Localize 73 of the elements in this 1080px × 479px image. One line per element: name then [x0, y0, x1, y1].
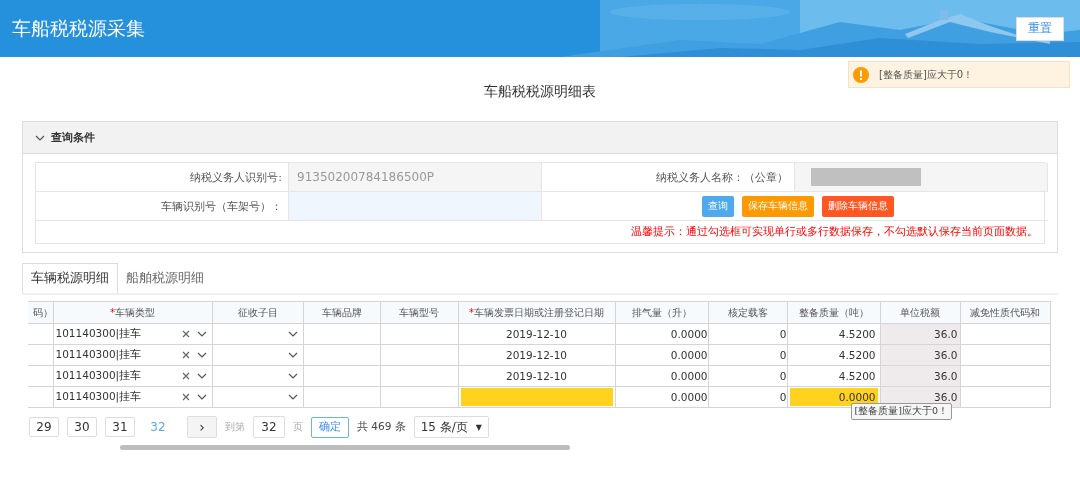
- date-cell[interactable]: 2019-12-10: [460, 367, 613, 385]
- clear-icon[interactable]: [181, 330, 190, 338]
- vehicle-type-select[interactable]: 101140300|挂车: [53, 323, 212, 345]
- column-header: 减免性质代码和: [960, 301, 1050, 324]
- reset-button[interactable]: 重置: [1016, 16, 1064, 41]
- subject-select[interactable]: [212, 386, 303, 408]
- date-cell[interactable]: 2019-12-10: [460, 325, 613, 343]
- table-cell: 0.0000: [615, 386, 708, 408]
- column-header: 排气量（升）: [615, 301, 708, 324]
- tab[interactable]: 船舶税源明细: [118, 263, 212, 293]
- caret-icon: [196, 331, 207, 337]
- error-tooltip: [整备质量]应大于0！: [850, 403, 952, 420]
- column-header: 单位税额: [880, 301, 960, 324]
- hint-text: 温馨提示：通过勾选框可实现单行或多行数据保存，不勾选默认保存当前页面数据。: [631, 225, 1038, 239]
- field-label: 车辆识别号（车架号）：: [36, 192, 289, 221]
- table-cell: 0: [708, 344, 787, 366]
- panel-header[interactable]: 查询条件: [23, 122, 1057, 154]
- caret-icon: [287, 394, 298, 400]
- clear-icon[interactable]: [181, 393, 190, 401]
- vehicle-type-select[interactable]: 101140300|挂车: [53, 386, 212, 408]
- tab[interactable]: 车辆税源明细: [22, 263, 118, 293]
- date-cell[interactable]: 2019-12-10: [460, 346, 613, 364]
- caret-icon: [196, 352, 207, 358]
- page-title: 车船税税源明细表: [484, 83, 596, 101]
- caret-icon: [287, 331, 298, 337]
- page-button[interactable]: 29: [29, 417, 59, 437]
- curb-mass-cell[interactable]: 4.5200: [789, 346, 878, 364]
- caret-icon: [287, 373, 298, 379]
- page-unit-label: 页: [293, 420, 303, 434]
- subject-select[interactable]: [212, 365, 303, 387]
- table-cell: 0: [708, 386, 787, 408]
- vehicle-type-select[interactable]: 101140300|挂车: [53, 365, 212, 387]
- table-cell: 0: [708, 365, 787, 387]
- caret-icon: [196, 394, 207, 400]
- date-cell[interactable]: [460, 388, 613, 406]
- curb-mass-cell[interactable]: 4.5200: [789, 367, 878, 385]
- column-header: 码）: [28, 301, 53, 324]
- confirm-button[interactable]: 确定: [311, 416, 349, 438]
- column-header: 车辆型号: [380, 301, 458, 324]
- column-header: 整备质量（吨）: [787, 301, 880, 324]
- table-cell: 0: [708, 323, 787, 345]
- clear-icon[interactable]: [181, 372, 190, 380]
- subject-select[interactable]: [212, 323, 303, 345]
- column-header: *车辆发票日期或注册登记日期: [458, 301, 615, 324]
- field-label: 纳税义务人名称：（公章）: [542, 163, 795, 192]
- column-header: 征收子目: [212, 301, 303, 324]
- total-count: 共 469 条: [357, 420, 406, 434]
- warning-icon: [853, 66, 869, 83]
- page-button[interactable]: 31: [105, 417, 135, 437]
- clear-icon[interactable]: [181, 351, 190, 359]
- vin-input-field[interactable]: [289, 192, 542, 221]
- panel-title: 查询条件: [51, 130, 95, 145]
- subject-select[interactable]: [212, 344, 303, 366]
- table-cell: 0.0000: [615, 365, 708, 387]
- column-header: *车辆类型: [53, 301, 212, 324]
- curb-mass-cell[interactable]: 0.0000: [789, 388, 878, 406]
- page-button[interactable]: 30: [67, 417, 97, 437]
- column-header: 车辆品牌: [303, 301, 380, 324]
- field-label: 纳税义务人识别号:: [36, 163, 289, 192]
- vehicle-type-select[interactable]: 101140300|挂车: [53, 344, 212, 366]
- caret-icon: [287, 352, 298, 358]
- scrollbar[interactable]: [120, 445, 570, 450]
- page-size-select[interactable]: 15 条/页 ▼: [413, 416, 489, 438]
- table-cell: 0.0000: [615, 344, 708, 366]
- app-title: 车船税税源采集: [12, 15, 145, 41]
- curb-mass-cell[interactable]: 4.5200: [789, 325, 878, 343]
- goto-label: 到第: [225, 420, 245, 434]
- table-cell: 0.0000: [615, 323, 708, 345]
- next-page-button[interactable]: ›: [187, 416, 217, 438]
- caret-icon: [196, 373, 207, 379]
- page-input-field[interactable]: 32: [253, 416, 285, 438]
- toast-message: [整备质量]应大于0！: [879, 67, 974, 82]
- column-header: 核定载客: [708, 301, 787, 324]
